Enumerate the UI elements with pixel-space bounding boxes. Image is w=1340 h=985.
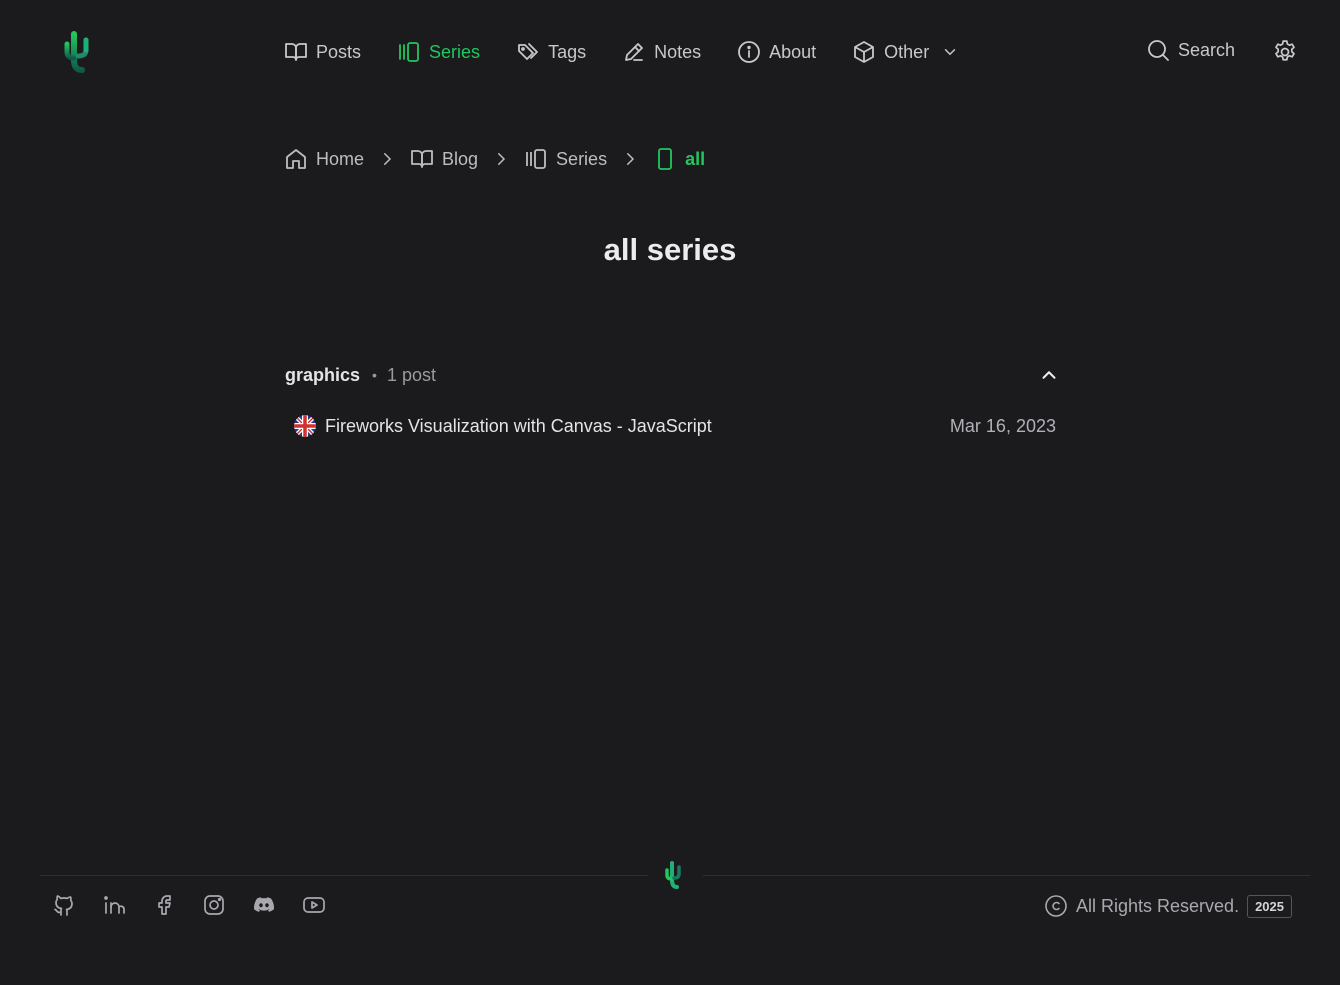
- page: Posts Series Tags Notes About Other Sear…: [0, 0, 1340, 985]
- search-label: Search: [1178, 39, 1236, 60]
- page-title: all series: [603, 232, 737, 267]
- youtube-icon[interactable]: [302, 893, 326, 917]
- copyright-icon: [1045, 895, 1067, 917]
- tags-icon: [518, 43, 538, 60]
- breadcrumb-label: Blog: [442, 148, 479, 169]
- nav-label: Tags: [548, 41, 587, 62]
- book-open-icon: [285, 43, 307, 61]
- separator-dot: •: [372, 367, 377, 383]
- year-badge: 2025: [1247, 894, 1292, 918]
- site-logo[interactable]: [62, 30, 98, 74]
- rectangle-icon: [658, 148, 672, 170]
- home-icon: [286, 149, 306, 169]
- breadcrumb-blog[interactable]: Blog: [410, 147, 478, 171]
- copyright-text: All Rights Reserved.: [1076, 895, 1240, 916]
- nav-label: Notes: [654, 41, 702, 62]
- facebook-icon[interactable]: [152, 893, 176, 917]
- chevron-right-icon: [384, 153, 392, 165]
- gear-icon[interactable]: [1272, 39, 1298, 65]
- uk-flag-icon: [294, 415, 316, 437]
- columns-icon: [399, 42, 419, 62]
- nav-label: Other: [884, 41, 930, 62]
- nav-about[interactable]: About: [737, 40, 816, 64]
- series-group-header: graphics • 1 post: [285, 362, 1060, 388]
- post-date: Mar 16, 2023: [949, 415, 1056, 436]
- columns-icon: [526, 149, 546, 169]
- chevron-right-icon: [498, 153, 506, 165]
- nav-other[interactable]: Other: [852, 40, 959, 64]
- breadcrumb-home[interactable]: Home: [284, 147, 364, 171]
- breadcrumb-series[interactable]: Series: [524, 147, 607, 171]
- breadcrumb-all: all: [653, 147, 705, 171]
- instagram-icon[interactable]: [202, 893, 226, 917]
- breadcrumb: Home Blog Series all: [284, 145, 705, 173]
- breadcrumb-label: Home: [316, 148, 365, 169]
- search-icon: [1148, 40, 1169, 61]
- post-count: 1 post: [386, 364, 436, 385]
- chevron-right-icon: [627, 153, 635, 165]
- breadcrumb-label: all: [685, 148, 706, 169]
- post-title[interactable]: Fireworks Visualization with Canvas - Ja…: [325, 416, 712, 437]
- pencil-icon: [625, 43, 643, 61]
- main-nav: Posts Series Tags Notes About Other: [284, 36, 995, 68]
- breadcrumb-label: Series: [556, 148, 608, 169]
- footer-divider: [703, 875, 1310, 876]
- series-group-name[interactable]: graphics: [285, 365, 360, 386]
- nav-label: Posts: [316, 41, 362, 62]
- nav-posts[interactable]: Posts: [284, 40, 361, 64]
- nav-notes[interactable]: Notes: [622, 40, 701, 64]
- search-button[interactable]: Search: [1146, 38, 1235, 62]
- nav-label: Series: [429, 41, 481, 62]
- footer-divider: [40, 875, 648, 876]
- chevron-down-icon: [944, 49, 956, 56]
- social-links: [52, 893, 326, 917]
- nav-tags[interactable]: Tags: [516, 40, 586, 64]
- nav-series[interactable]: Series: [397, 40, 480, 64]
- box-icon: [854, 41, 875, 63]
- footer-logo[interactable]: [663, 860, 687, 890]
- chevron-up-icon[interactable]: [1038, 364, 1060, 386]
- book-open-icon: [411, 150, 433, 168]
- info-icon: [738, 41, 761, 63]
- discord-icon[interactable]: [252, 893, 276, 917]
- list-item[interactable]: Fireworks Visualization with Canvas - Ja…: [294, 412, 1056, 440]
- linkedin-icon[interactable]: [102, 893, 126, 917]
- nav-label: About: [769, 41, 817, 62]
- github-icon[interactable]: [52, 893, 76, 917]
- copyright: All Rights Reserved. 2025: [1044, 894, 1292, 918]
